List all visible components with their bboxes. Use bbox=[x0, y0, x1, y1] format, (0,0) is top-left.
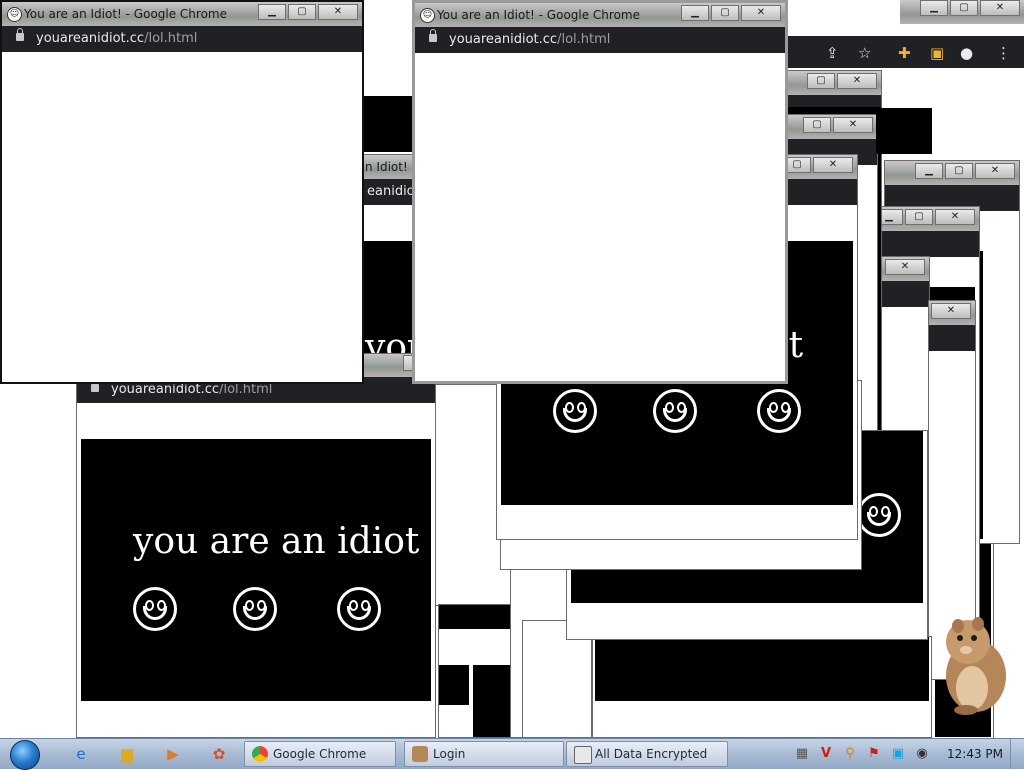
address-bar[interactable]: youareanidiot.cc/lol.html bbox=[415, 27, 785, 53]
maximize-button[interactable]: ▢ bbox=[950, 0, 978, 16]
puzzle-icon[interactable]: ✚ bbox=[898, 44, 911, 62]
app-icon[interactable]: ✿ bbox=[210, 745, 228, 763]
kebab-menu-icon[interactable]: ⋮ bbox=[996, 44, 1011, 62]
smiley-face-icon bbox=[653, 389, 697, 433]
display-icon[interactable]: ▣ bbox=[890, 746, 906, 762]
close-button[interactable]: ✕ bbox=[318, 4, 358, 20]
lock-icon bbox=[429, 29, 437, 42]
browser-toolbar: ⇪ ☆ ✚ ▣ ● ⋮ bbox=[782, 36, 1024, 68]
page-stage bbox=[876, 108, 932, 154]
taskbar-item-label: Login bbox=[433, 747, 466, 761]
url-host[interactable]: youareanidiot.cc bbox=[36, 31, 144, 46]
minimize-button[interactable]: ▁ bbox=[920, 0, 948, 16]
popup-window: ▢ youareanidiot.cc/lol.html you are an i… bbox=[76, 352, 436, 738]
login-app-icon bbox=[412, 746, 428, 762]
smiley-face-icon bbox=[857, 493, 901, 537]
window-title: You are an Idiot! - Google Chrome bbox=[24, 7, 227, 21]
close-button[interactable]: ✕ bbox=[980, 0, 1020, 16]
hamster-desktop-pet[interactable] bbox=[938, 612, 1010, 716]
network-icon[interactable]: ▦ bbox=[794, 746, 810, 762]
taskbar-item-label: All Data Encrypted bbox=[595, 747, 708, 761]
taskbar-item-chrome[interactable]: Google Chrome bbox=[244, 741, 396, 767]
smiley-favicon-icon: ☺ bbox=[7, 7, 22, 22]
smiley-face-icon bbox=[233, 587, 277, 631]
smiley-face-icon bbox=[553, 389, 597, 433]
page-message: you are an idiot bbox=[133, 521, 420, 562]
address-bar[interactable]: youareanidiot.cc/lol.html bbox=[2, 26, 362, 52]
lock-icon bbox=[91, 379, 99, 392]
popup-window-front-center: ☺ You are an Idiot! - Google Chrome ▁ ▢ … bbox=[412, 0, 788, 384]
titlebar: ☺ You are an Idiot! - Google Chrome ▁ ▢ … bbox=[415, 3, 785, 27]
smiley-face-icon bbox=[757, 389, 801, 433]
minimize-button[interactable]: ▁ bbox=[681, 5, 709, 21]
maximize-button[interactable]: ▢ bbox=[711, 5, 739, 21]
main-browser-titlebar: ▁ ▢ ✕ bbox=[900, 0, 1024, 36]
lock-icon bbox=[16, 28, 24, 41]
chrome-icon bbox=[252, 746, 268, 762]
smiley-face-icon bbox=[337, 587, 381, 631]
taskbar: e ▆ ▶ ✿ Google Chrome Login All Data Enc… bbox=[0, 738, 1024, 770]
page-stage bbox=[362, 96, 418, 152]
popup-window bbox=[592, 636, 932, 738]
flag-icon[interactable]: ⚑ bbox=[866, 746, 882, 762]
window-icon bbox=[574, 746, 592, 764]
folder-icon[interactable]: ▆ bbox=[118, 745, 136, 763]
taskbar-item-encrypted[interactable]: All Data Encrypted bbox=[566, 741, 728, 767]
search-icon[interactable]: ⚲ bbox=[842, 746, 858, 762]
url-path[interactable]: /lol.html bbox=[219, 382, 272, 397]
url-host[interactable]: youareanidiot.cc bbox=[449, 32, 557, 47]
profile-icon[interactable]: ● bbox=[960, 44, 973, 62]
antivirus-icon[interactable]: V bbox=[818, 746, 834, 762]
media-player-icon[interactable]: ▶ bbox=[164, 745, 182, 763]
star-icon[interactable]: ☆ bbox=[858, 44, 871, 62]
taskbar-item-label: Google Chrome bbox=[273, 747, 367, 761]
windows-logo-icon bbox=[10, 740, 40, 770]
smiley-favicon-icon: ☺ bbox=[420, 8, 435, 23]
url-host[interactable]: youareanidiot.cc bbox=[111, 382, 219, 397]
popup-window-front-left: ☺ You are an Idiot! - Google Chrome ▁ ▢ … bbox=[0, 0, 364, 384]
internet-explorer-icon[interactable]: e bbox=[72, 745, 90, 763]
url-path[interactable]: /lol.html bbox=[557, 32, 610, 47]
titlebar: ▁ ▢ ✕ bbox=[900, 0, 1024, 24]
show-desktop-button[interactable] bbox=[1010, 739, 1024, 769]
titlebar: ☺ You are an Idiot! - Google Chrome ▁ ▢ … bbox=[2, 2, 362, 26]
page-stage: you are an idiot bbox=[81, 439, 431, 701]
url-path[interactable]: /lol.html bbox=[144, 31, 197, 46]
minimize-button[interactable]: ▁ bbox=[258, 4, 286, 20]
window-title: You are an Idiot! - Google Chrome bbox=[437, 8, 640, 22]
start-button[interactable] bbox=[6, 739, 44, 770]
taskbar-item-login[interactable]: Login bbox=[404, 741, 564, 767]
smiley-face-icon bbox=[133, 587, 177, 631]
clock[interactable]: 12:43 PM bbox=[944, 739, 1006, 769]
close-button[interactable]: ✕ bbox=[741, 5, 781, 21]
volume-icon[interactable]: ◉ bbox=[914, 746, 930, 762]
share-icon[interactable]: ⇪ bbox=[826, 44, 839, 62]
maximize-button[interactable]: ▢ bbox=[288, 4, 316, 20]
side-panel-icon[interactable]: ▣ bbox=[930, 44, 944, 62]
